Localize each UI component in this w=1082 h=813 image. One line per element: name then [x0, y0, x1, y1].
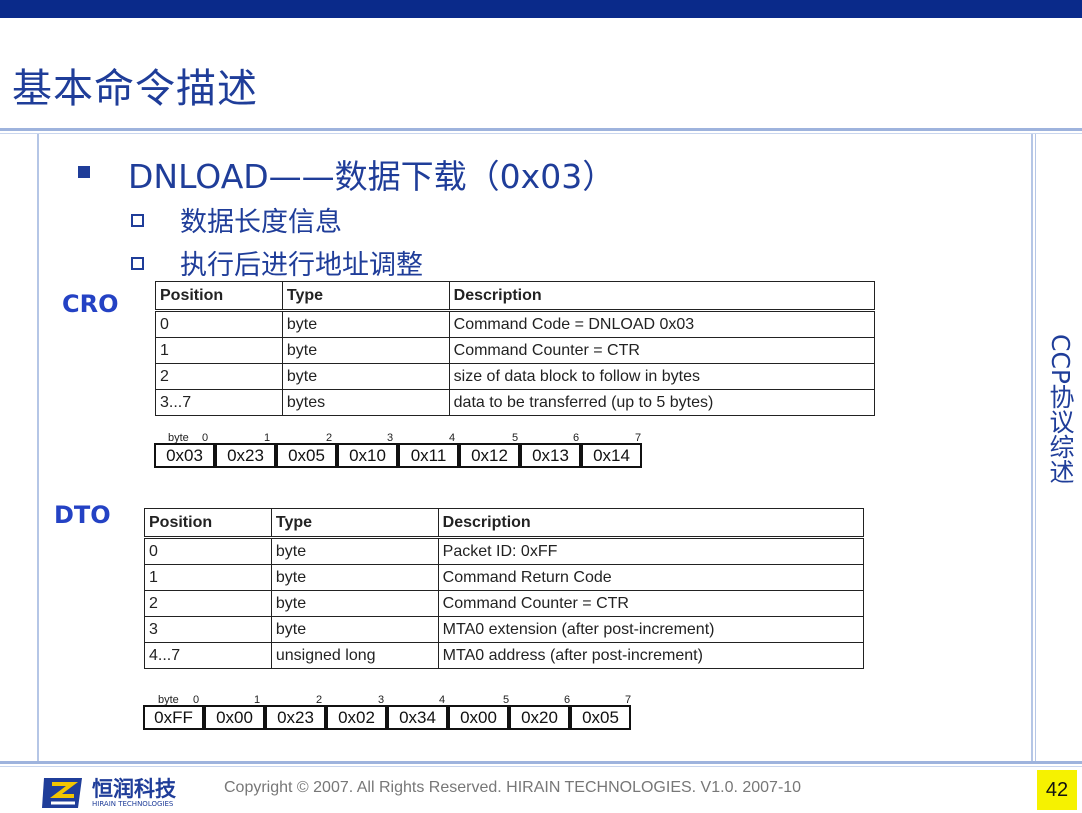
left-frame-line: [37, 134, 39, 762]
dto-byte-layout: byte 0 1 2 3 4 5 6 7 0xFF 0x00 0x23 0x02…: [143, 694, 643, 734]
table-cell: byte: [270, 537, 439, 565]
byte-cell: 0x34: [389, 707, 450, 728]
table-header-row: Position Type Description: [144, 508, 865, 539]
main-bullet-text: DNLOAD——数据下载（0x03）: [128, 157, 616, 196]
table-cell: byte: [270, 590, 439, 617]
table-row: 0 byte Command Code = DNLOAD 0x03: [155, 310, 876, 338]
company-logo-icon: [42, 778, 82, 808]
byte-cell: 0x00: [450, 707, 511, 728]
column-header: Description: [448, 281, 876, 312]
table-cell: 4...7: [144, 642, 272, 669]
byte-cell: 0x02: [328, 707, 389, 728]
table-cell: 3: [144, 616, 272, 643]
company-name-en: HIRAIN TECHNOLOGIES: [92, 800, 174, 808]
column-header: Type: [281, 281, 450, 312]
byte-cell: 0x12: [461, 445, 522, 466]
table-cell: 0: [144, 537, 272, 565]
byte-cell: 0x11: [400, 445, 461, 466]
byte-cell: 0x05: [582, 708, 619, 727]
company-name-cn: 恒润科技: [92, 777, 176, 801]
byte-cell: 0x20: [511, 707, 572, 728]
sub-bullet-hollow-square-icon: [131, 257, 144, 270]
cro-byte-layout: byte 0 1 2 3 4 5 6 7 0x03 0x23 0x05 0x10…: [154, 432, 654, 472]
byte-cell: 0x05: [278, 445, 339, 466]
table-cell: byte: [281, 310, 450, 338]
cro-table: Position Type Description 0 byte Command…: [155, 281, 876, 416]
table-row: 1 byte Command Counter = CTR: [155, 337, 876, 364]
byte-cell: 0x03: [156, 445, 217, 466]
table-cell: Command Code = DNLOAD 0x03: [448, 310, 876, 338]
top-banner-bar: [0, 0, 1082, 18]
footer-divider: [0, 761, 1082, 764]
sub-bullet-hollow-square-icon: [131, 214, 144, 227]
sub-bullet-text: 数据长度信息: [180, 207, 342, 238]
table-cell: byte: [281, 363, 450, 390]
table-cell: 1: [155, 337, 283, 364]
footer-divider-thin: [0, 766, 1082, 767]
table-cell: unsigned long: [270, 642, 439, 669]
table-header-row: Position Type Description: [155, 281, 876, 312]
table-row: 0 byte Packet ID: 0xFF: [144, 537, 865, 565]
table-cell: 0: [155, 310, 283, 338]
byte-row: 0xFF 0x00 0x23 0x02 0x34 0x00 0x20 0x05: [143, 705, 631, 730]
table-cell: Packet ID: 0xFF: [437, 537, 865, 565]
table-row: 2 byte size of data block to follow in b…: [155, 363, 876, 390]
dto-label: DTO: [54, 501, 111, 529]
table-cell: Command Return Code: [437, 564, 865, 591]
byte-row: 0x03 0x23 0x05 0x10 0x11 0x12 0x13 0x14: [154, 443, 642, 468]
right-frame-line-inner: [1035, 134, 1036, 762]
table-row: 4...7 unsigned long MTA0 address (after …: [144, 642, 865, 669]
table-cell: Command Counter = CTR: [448, 337, 876, 364]
column-header: Type: [270, 508, 439, 539]
table-cell: MTA0 address (after post-increment): [437, 642, 865, 669]
byte-cell: 0x23: [267, 707, 328, 728]
table-row: 1 byte Command Return Code: [144, 564, 865, 591]
byte-cell: 0x23: [217, 445, 278, 466]
page-number: 42: [1037, 770, 1077, 810]
bullet-square-icon: [78, 166, 90, 178]
byte-cell: 0x00: [206, 707, 267, 728]
column-header: Position: [155, 281, 283, 312]
table-cell: size of data block to follow in bytes: [448, 363, 876, 390]
table-cell: 2: [155, 363, 283, 390]
byte-cell: 0x13: [522, 445, 583, 466]
table-cell: byte: [270, 616, 439, 643]
byte-cell: 0x10: [339, 445, 400, 466]
column-header: Position: [144, 508, 272, 539]
table-cell: 3...7: [155, 389, 283, 416]
title-divider: [0, 128, 1082, 131]
table-cell: 1: [144, 564, 272, 591]
table-cell: 2: [144, 590, 272, 617]
byte-cell: 0xFF: [145, 707, 206, 728]
dto-table: Position Type Description 0 byte Packet …: [144, 508, 865, 669]
title-divider-thin: [0, 133, 1082, 134]
table-row: 2 byte Command Counter = CTR: [144, 590, 865, 617]
cro-label: CRO: [62, 290, 119, 318]
table-cell: Command Counter = CTR: [437, 590, 865, 617]
table-row: 3 byte MTA0 extension (after post-increm…: [144, 616, 865, 643]
table-cell: MTA0 extension (after post-increment): [437, 616, 865, 643]
sub-bullet-text: 执行后进行地址调整: [180, 250, 423, 281]
slide-title: 基本命令描述: [12, 66, 258, 112]
table-cell: byte: [281, 337, 450, 364]
table-cell: data to be transferred (up to 5 bytes): [448, 389, 876, 416]
byte-cell: 0x14: [593, 446, 630, 465]
copyright-text: Copyright © 2007. All Rights Reserved. H…: [224, 779, 802, 796]
side-section-label: CCP协议综述: [1046, 334, 1075, 484]
table-cell: byte: [270, 564, 439, 591]
table-row: 3...7 bytes data to be transferred (up t…: [155, 389, 876, 416]
right-frame-line: [1031, 134, 1033, 762]
column-header: Description: [437, 508, 865, 539]
table-cell: bytes: [281, 389, 450, 416]
